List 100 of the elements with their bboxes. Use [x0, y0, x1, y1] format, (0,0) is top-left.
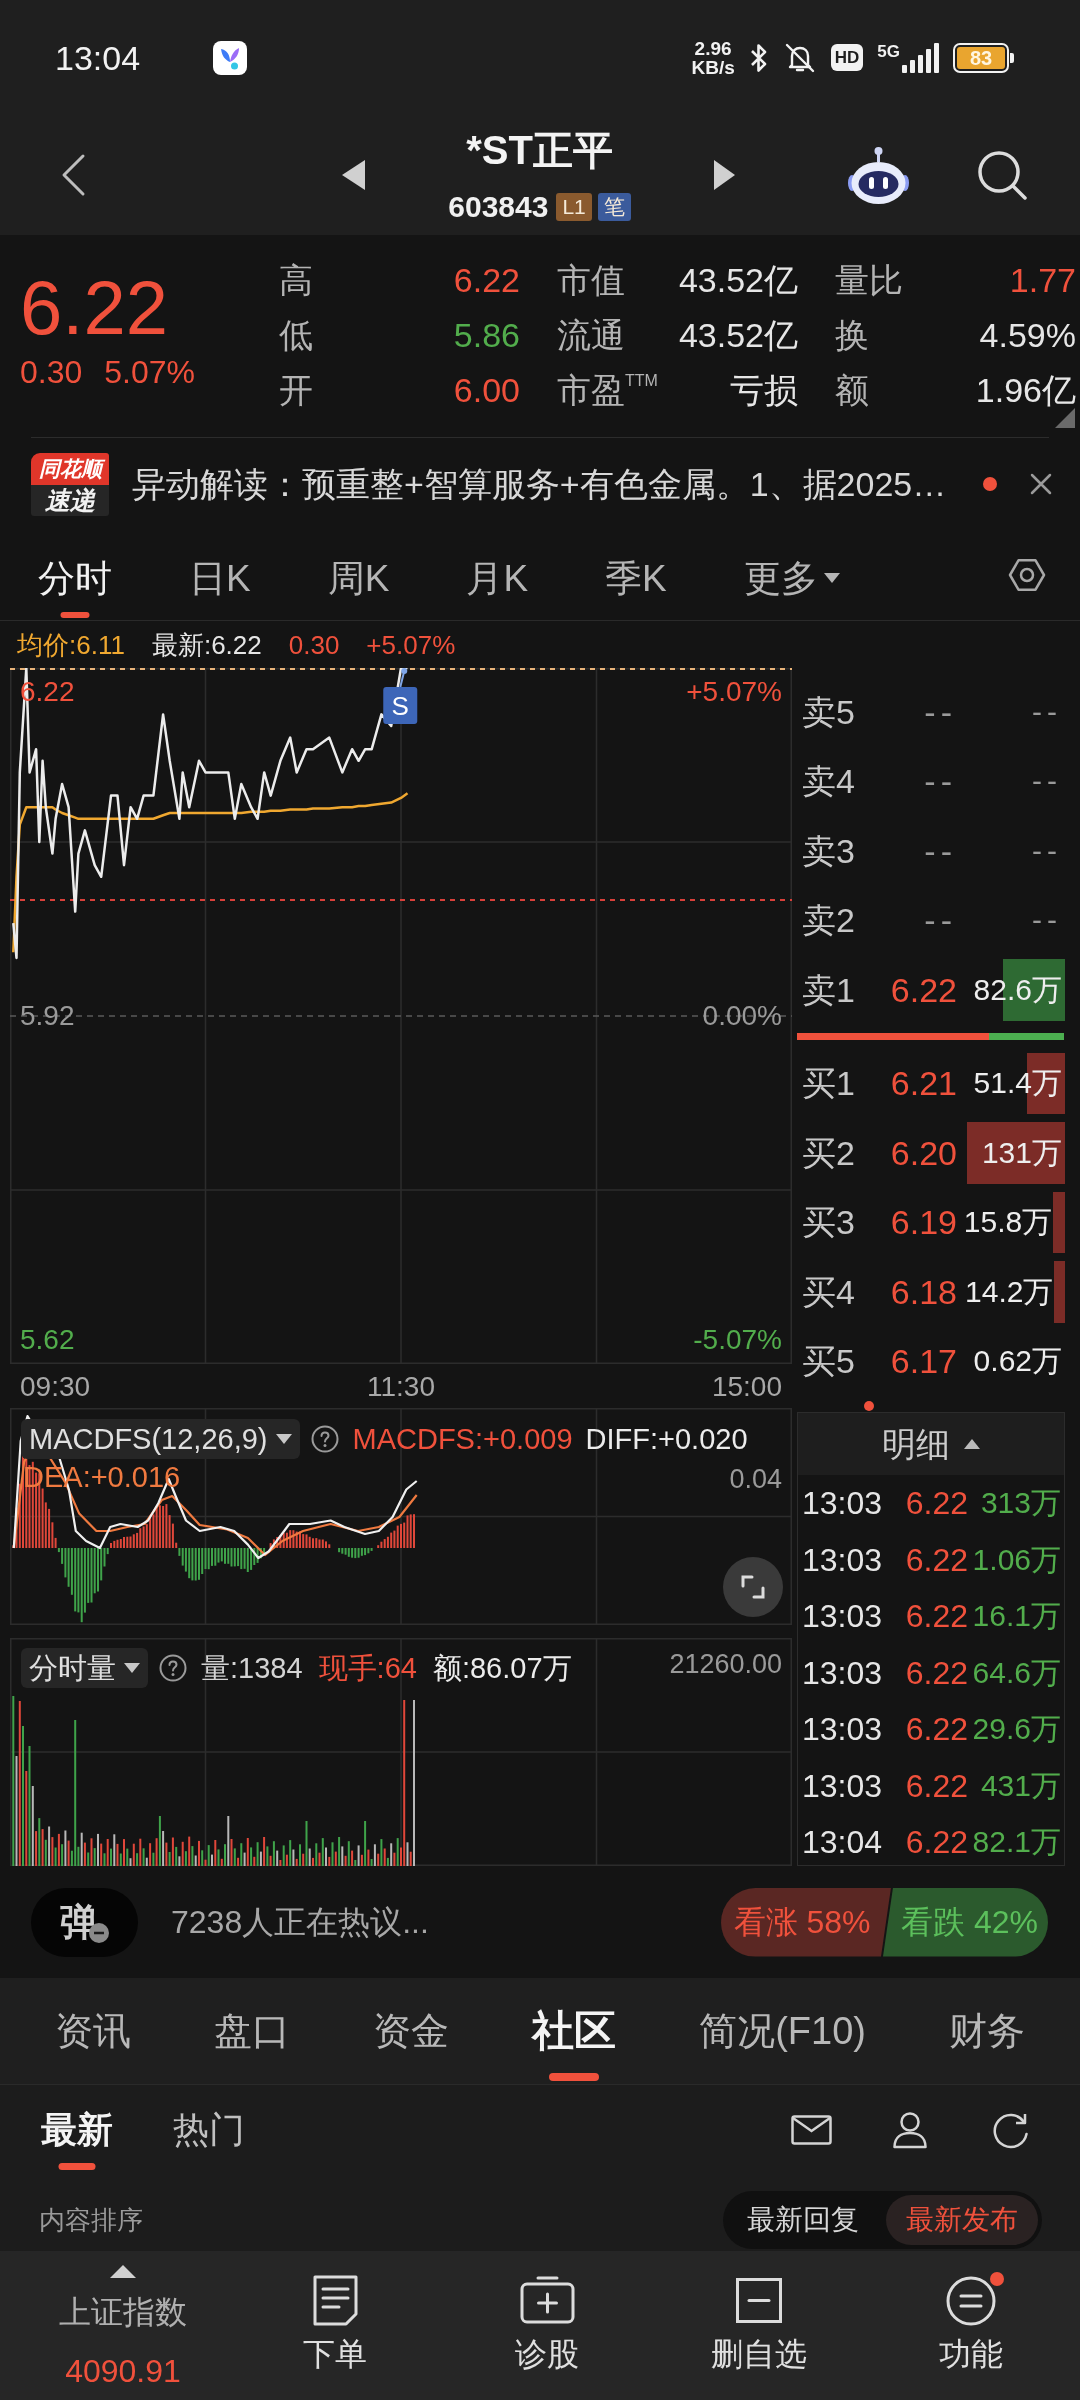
label-badge: 笔: [597, 193, 631, 221]
axis-label: -5.07%: [693, 1326, 782, 1354]
chart-tab[interactable]: 更多: [743, 530, 840, 620]
order-level-label: 买4: [802, 1274, 856, 1309]
stat-label: 流通: [557, 317, 625, 352]
section-tab[interactable]: 社区: [532, 1978, 617, 2084]
trade-time: 13:03: [801, 1487, 884, 1520]
time-axis-label: 15:00: [711, 1373, 782, 1401]
percent-change: 5.07%: [104, 354, 195, 390]
status-time: 13:04: [55, 40, 141, 75]
section-tab[interactable]: 盘口: [214, 1978, 291, 2084]
sort-label: 内容排序: [39, 2207, 143, 2233]
depth-bar: [1053, 1191, 1065, 1253]
sort-switch[interactable]: 最新回复 最新发布: [723, 2191, 1042, 2249]
indicator-value: 量:1384: [201, 1653, 303, 1683]
hd-badge: HD: [830, 44, 864, 71]
feed-tab[interactable]: 热门: [173, 2085, 245, 2175]
stat-value: 1.96亿: [975, 372, 1076, 407]
axis-label: +5.07%: [686, 678, 782, 706]
bluetooth-icon: [748, 42, 769, 73]
caret-up-icon[interactable]: [110, 2265, 136, 2278]
chart-tab[interactable]: 季K: [605, 530, 667, 620]
chart-tab[interactable]: 周K: [327, 530, 390, 620]
sort-option[interactable]: 最新回复: [747, 2195, 859, 2245]
search-icon[interactable]: [977, 149, 1028, 201]
order-price: --: [923, 903, 957, 938]
axis-label: 5.92: [20, 1002, 75, 1030]
minus-box-icon: [736, 2278, 782, 2323]
stat-value: 6.22: [453, 262, 520, 297]
sort-caret-icon[interactable]: [964, 1439, 980, 1449]
order-volume: --: [1032, 835, 1062, 866]
document-icon: [311, 2274, 359, 2327]
back-icon[interactable]: [61, 153, 86, 197]
stat-value: 5.86: [453, 317, 520, 352]
index-name[interactable]: 上证指数: [59, 2294, 187, 2330]
news-headline[interactable]: 异动解读：预重整+智算服务+有色金属。1、据2025…: [132, 467, 947, 501]
chart-tab[interactable]: 月K: [466, 530, 529, 620]
stat-value: 4.59%: [979, 317, 1076, 352]
order-level-label: 卖2: [802, 903, 856, 938]
danmaku-button[interactable]: 弹: [31, 1887, 138, 1957]
robot-icon[interactable]: [847, 145, 910, 205]
help-icon[interactable]: [159, 1654, 187, 1682]
app-icon: [213, 40, 248, 75]
signal-icon: [902, 42, 939, 73]
bottom-nav-item[interactable]: 诊股: [441, 2251, 653, 2400]
order-volume: 0.62万: [973, 1346, 1062, 1377]
stat-label: 市值: [557, 262, 625, 297]
axis-label: 5.62: [20, 1326, 75, 1354]
order-volume: 15.8万: [963, 1207, 1053, 1238]
bottom-nav-item[interactable]: 下单: [229, 2251, 441, 2400]
order-price: 6.21: [889, 1066, 957, 1101]
section-tab[interactable]: 财务: [948, 1978, 1025, 2084]
stat-label: 市盈$^{TTM}$: [557, 372, 658, 407]
stat-label: 额: [835, 372, 869, 407]
mail-icon[interactable]: [791, 2115, 832, 2145]
expand-icon[interactable]: [723, 1557, 783, 1617]
bottom-nav-item[interactable]: 删自选: [653, 2251, 865, 2400]
person-icon[interactable]: [892, 2111, 928, 2149]
indicator-value: MACDFS:+0.009: [352, 1424, 573, 1454]
trade-price: 6.22: [904, 1600, 968, 1633]
indicator-selector[interactable]: 分时量: [21, 1648, 148, 1688]
order-price: --: [923, 833, 957, 868]
order-level-label: 买2: [802, 1135, 856, 1170]
stock-name: *ST正平: [466, 127, 613, 173]
indicator-selector[interactable]: MACDFS(12,26,9): [21, 1419, 300, 1459]
section-tab[interactable]: 资金: [373, 1978, 450, 2084]
help-icon[interactable]: [310, 1425, 339, 1453]
section-tab[interactable]: 资讯: [55, 1978, 131, 2084]
legend-value: 均价:6.11: [17, 631, 125, 658]
bearish-vote-button[interactable]: 看跌 42%: [883, 1887, 1048, 1957]
previous-icon[interactable]: [342, 160, 365, 190]
order-volume: --: [1032, 905, 1062, 936]
legend-value: 0.30: [288, 631, 340, 658]
dropdown-caret-icon: [124, 1663, 140, 1673]
order-level-label: 卖3: [802, 833, 856, 868]
chart-tab[interactable]: 分时: [38, 530, 112, 620]
stat-label: 高: [279, 262, 313, 297]
axis-label: 0.04: [729, 1466, 782, 1493]
bottom-nav-item[interactable]: 功能: [865, 2251, 1077, 2400]
order-volume: 14.2万: [965, 1276, 1054, 1307]
stat-label: 量比: [835, 262, 903, 297]
order-price: --: [923, 764, 957, 799]
trade-time: 13:04: [801, 1826, 884, 1859]
settings-icon[interactable]: [1008, 556, 1046, 594]
order-price: 6.19: [889, 1205, 957, 1240]
time-axis-label: 11:30: [367, 1373, 435, 1401]
stat-label: 低: [279, 317, 313, 352]
close-icon[interactable]: [1030, 473, 1052, 495]
trade-price: 6.22: [904, 1543, 968, 1576]
section-tab[interactable]: 简况(F10): [699, 1978, 866, 2084]
chart-tab[interactable]: 日K: [189, 530, 251, 620]
stat-label: 开: [279, 372, 313, 407]
order-volume: --: [1032, 766, 1062, 797]
trade-time: 13:03: [801, 1543, 884, 1576]
index-value: 4090.91: [65, 2353, 181, 2389]
next-icon[interactable]: [714, 160, 735, 190]
discussion-count[interactable]: 7238人正在热议...: [171, 1906, 429, 1938]
sort-option[interactable]: 最新发布: [886, 2195, 1038, 2245]
trade-price: 6.22: [904, 1769, 968, 1802]
feed-tab[interactable]: 最新: [41, 2085, 113, 2175]
